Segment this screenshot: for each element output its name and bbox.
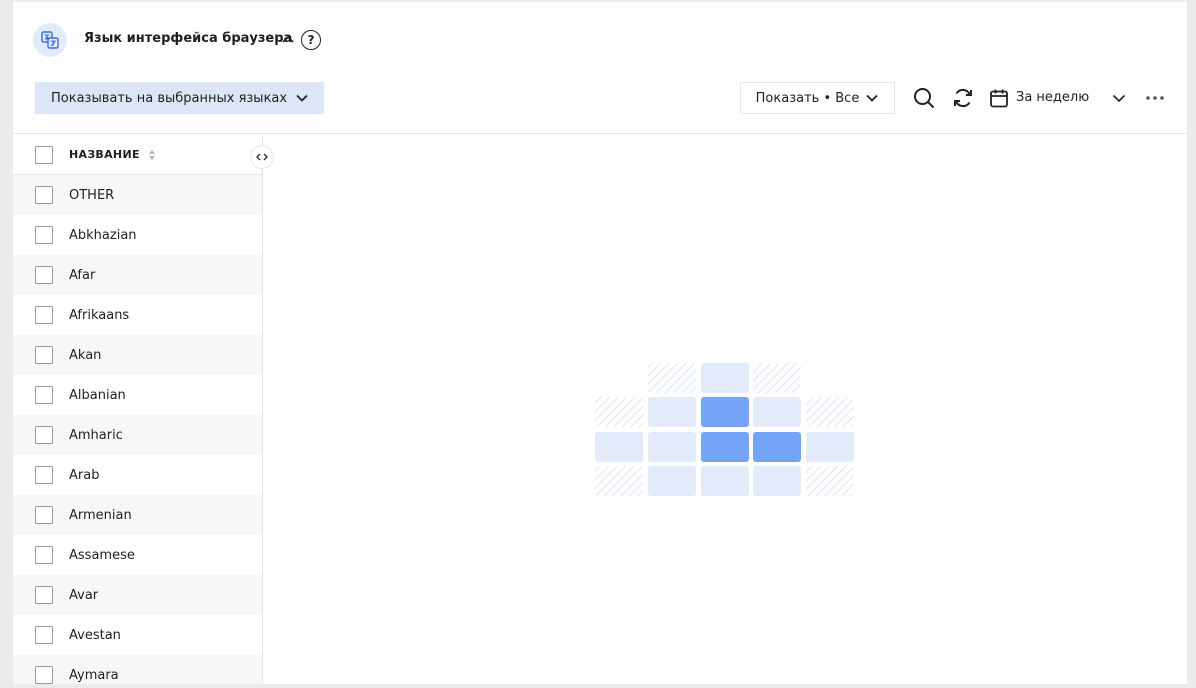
row-checkbox[interactable] bbox=[35, 666, 53, 684]
list-item-label: Abkhazian bbox=[69, 227, 137, 243]
list-item-label: Amharic bbox=[69, 427, 123, 443]
list-item-label: Avar bbox=[69, 587, 99, 603]
list-item[interactable]: Amharic bbox=[13, 415, 262, 455]
page-title: Язык интерфейса браузера bbox=[84, 31, 293, 46]
grid-cell bbox=[648, 466, 696, 496]
list-item[interactable]: Aymara bbox=[13, 655, 262, 684]
refresh-icon bbox=[954, 88, 972, 108]
row-checkbox[interactable] bbox=[35, 266, 53, 284]
list-item[interactable]: Akan bbox=[13, 335, 262, 375]
column-title-name[interactable]: НАЗВАНИЕ bbox=[69, 148, 140, 161]
list-item[interactable]: Afar bbox=[13, 255, 262, 295]
list-item-label: Aymara bbox=[69, 667, 119, 683]
row-checkbox[interactable] bbox=[35, 306, 53, 324]
calendar-icon bbox=[990, 89, 1008, 108]
list-item-label: Avestan bbox=[69, 627, 121, 643]
list-item-label: Albanian bbox=[69, 387, 126, 403]
grid-cell bbox=[595, 432, 643, 462]
grid-cell bbox=[701, 363, 749, 393]
row-checkbox[interactable] bbox=[35, 186, 53, 204]
chevron-down-icon bbox=[866, 94, 878, 102]
grid-cell bbox=[648, 363, 696, 393]
row-checkbox[interactable] bbox=[35, 626, 53, 644]
chevron-down-icon bbox=[1112, 94, 1126, 103]
list-item[interactable]: Avestan bbox=[13, 615, 262, 655]
list-item[interactable]: Abkhazian bbox=[13, 215, 262, 255]
empty-state-illustration bbox=[595, 363, 854, 496]
search-button[interactable] bbox=[912, 86, 936, 110]
grid-cell bbox=[648, 432, 696, 462]
grid-cell bbox=[806, 432, 854, 462]
grid-cell bbox=[648, 397, 696, 427]
more-icon bbox=[1146, 96, 1164, 100]
collapse-sidebar-button[interactable] bbox=[250, 145, 274, 169]
report-panel: Язык интерфейса браузера ? Показывать на… bbox=[13, 2, 1187, 684]
row-checkbox[interactable] bbox=[35, 346, 53, 364]
show-filter-label: Показать • Все bbox=[755, 90, 860, 106]
grid-cell bbox=[701, 432, 749, 462]
grid-cell bbox=[701, 397, 749, 427]
list-item[interactable]: Arab bbox=[13, 455, 262, 495]
show-filter-dropdown[interactable]: Показать • Все bbox=[740, 82, 895, 114]
calendar-button[interactable] bbox=[987, 86, 1011, 110]
list-item-label: Assamese bbox=[69, 547, 135, 563]
chevron-down-icon bbox=[296, 94, 308, 102]
row-checkbox[interactable] bbox=[35, 466, 53, 484]
grid-cell bbox=[753, 397, 801, 427]
row-checkbox[interactable] bbox=[35, 226, 53, 244]
list-item[interactable]: Albanian bbox=[13, 375, 262, 415]
language-filter-dropdown[interactable]: Показывать на выбранных языках bbox=[35, 82, 324, 114]
grid-cell bbox=[595, 466, 643, 496]
list-header: НАЗВАНИЕ bbox=[13, 135, 262, 175]
search-icon bbox=[914, 88, 935, 109]
grid-cell bbox=[701, 466, 749, 496]
language-filter-label: Показывать на выбранных языках bbox=[51, 90, 288, 106]
list-item-label: Armenian bbox=[69, 507, 132, 523]
list-item-label: Arab bbox=[69, 467, 100, 483]
more-options-button[interactable] bbox=[1143, 86, 1167, 110]
sort-icon[interactable] bbox=[148, 149, 156, 161]
help-icon[interactable]: ? bbox=[301, 30, 321, 50]
grid-cell bbox=[806, 397, 854, 427]
list-item-label: OTHER bbox=[69, 187, 115, 203]
list-rows: OTHER Abkhazian Afar Afrikaans Akan Alba… bbox=[13, 175, 262, 684]
row-checkbox[interactable] bbox=[35, 386, 53, 404]
row-checkbox[interactable] bbox=[35, 426, 53, 444]
period-label[interactable]: За неделю bbox=[1016, 90, 1089, 105]
list-item-label: Akan bbox=[69, 347, 102, 363]
grid-cell bbox=[806, 466, 854, 496]
select-all-checkbox[interactable] bbox=[35, 145, 53, 164]
code-arrows-icon bbox=[256, 153, 268, 161]
row-checkbox[interactable] bbox=[35, 586, 53, 604]
report-header: Язык интерфейса браузера ? bbox=[13, 2, 1187, 78]
list-item[interactable]: Afrikaans bbox=[13, 295, 262, 335]
row-checkbox[interactable] bbox=[35, 546, 53, 564]
grid-cell bbox=[595, 397, 643, 427]
list-item[interactable]: Armenian bbox=[13, 495, 262, 535]
row-checkbox[interactable] bbox=[35, 506, 53, 524]
grid-cell bbox=[753, 363, 801, 393]
period-dropdown-button[interactable] bbox=[1107, 86, 1131, 110]
language-list: НАЗВАНИЕ OTHER Abkhazian Afar Afrikaans … bbox=[13, 135, 263, 684]
grid-cell bbox=[753, 466, 801, 496]
list-item[interactable]: Assamese bbox=[13, 535, 262, 575]
toolbar: Показывать на выбранных языках Показать … bbox=[13, 78, 1187, 134]
translate-icon bbox=[33, 23, 67, 57]
list-item[interactable]: Avar bbox=[13, 575, 262, 615]
chevron-up-icon[interactable] bbox=[281, 32, 295, 46]
list-item-label: Afrikaans bbox=[69, 307, 130, 323]
grid-cell bbox=[753, 432, 801, 462]
list-item[interactable]: OTHER bbox=[13, 175, 262, 215]
refresh-button[interactable] bbox=[951, 86, 975, 110]
list-item-label: Afar bbox=[69, 267, 96, 283]
